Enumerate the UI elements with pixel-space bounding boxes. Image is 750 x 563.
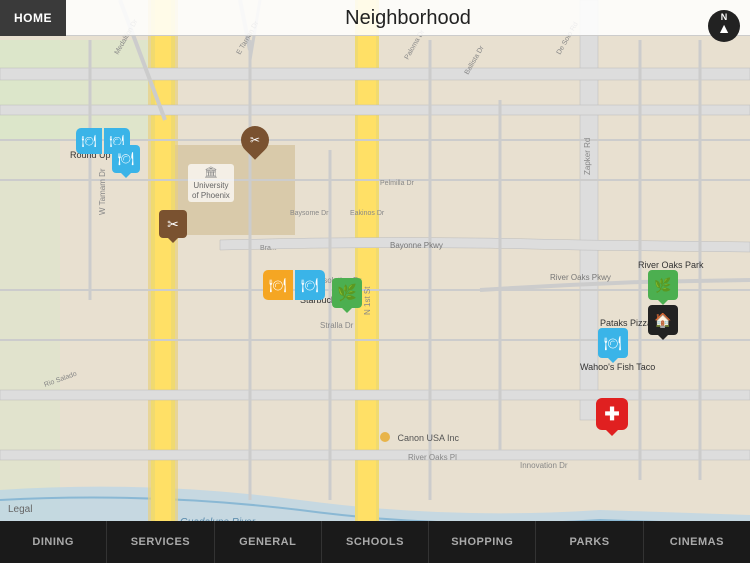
bottom-nav: DINING SERVICES GENERAL SCHOOLS SHOPPING…: [0, 521, 750, 563]
marker-park-river-oaks[interactable]: 🌿: [648, 270, 678, 300]
marker-medical-1[interactable]: ✚: [596, 398, 628, 430]
svg-text:Pelmilla Dr: Pelmilla Dr: [380, 180, 415, 187]
home-button[interactable]: HOME: [0, 0, 66, 36]
nav-shopping[interactable]: SHOPPING: [429, 521, 536, 563]
svg-text:W Tamam Dr: W Tamam Dr: [98, 168, 107, 215]
map-roads: Guadalupe River: [0, 0, 750, 563]
svg-text:N 1st St: N 1st St: [363, 286, 372, 315]
marker-service-1[interactable]: ✂: [241, 126, 269, 160]
canon-text: Canon USA Inc: [397, 433, 459, 443]
marker-service-2[interactable]: ✂: [159, 210, 187, 238]
svg-text:Eakinos Dr: Eakinos Dr: [350, 210, 385, 217]
header: HOME Neighborhood: [0, 0, 750, 36]
river-oaks-park-label: River Oaks Park: [638, 260, 704, 270]
nav-services[interactable]: SERVICES: [107, 521, 214, 563]
nav-cinemas[interactable]: CINEMAS: [644, 521, 750, 563]
marker-park-1[interactable]: 🌿: [332, 278, 362, 308]
wahoo-label: Wahoo's Fish Taco: [580, 362, 655, 372]
svg-text:Bayonne Pkwy: Bayonne Pkwy: [390, 241, 443, 250]
pataks-pizza-label: Pataks Pizza: [600, 318, 652, 328]
svg-text:River Oaks Pkwy: River Oaks Pkwy: [550, 273, 611, 282]
nav-schools[interactable]: SCHOOLS: [322, 521, 429, 563]
nav-general[interactable]: GENERAL: [215, 521, 322, 563]
nav-dining[interactable]: DINING: [0, 521, 107, 563]
page-title: Neighborhood: [66, 0, 750, 36]
marker-dining-single-1[interactable]: 🍽: [112, 145, 140, 173]
legal-text: Legal: [8, 504, 32, 515]
map-container: Guadalupe River: [0, 0, 750, 563]
svg-text:River Oaks Pl: River Oaks Pl: [408, 453, 457, 462]
university-label: 🏛 Universityof Phoenix: [188, 164, 234, 202]
marker-dining-pataks[interactable]: 🍽: [598, 328, 628, 358]
svg-text:Baysome Dr: Baysome Dr: [290, 210, 329, 217]
svg-text:Stralla Dr: Stralla Dr: [320, 321, 354, 330]
canon-dot: [380, 432, 390, 442]
nav-parks[interactable]: PARKS: [536, 521, 643, 563]
compass-indicator[interactable]: [708, 10, 740, 42]
svg-text:Bra...: Bra...: [260, 245, 277, 252]
canon-label: Canon USA Inc: [380, 428, 459, 446]
marker-dining-cluster-2[interactable]: 🍽 🍽: [263, 270, 325, 300]
svg-text:Innovation Dr: Innovation Dr: [520, 461, 568, 470]
marker-home-1[interactable]: 🏠: [648, 305, 678, 335]
svg-text:Zapker Rd: Zapker Rd: [583, 138, 592, 175]
